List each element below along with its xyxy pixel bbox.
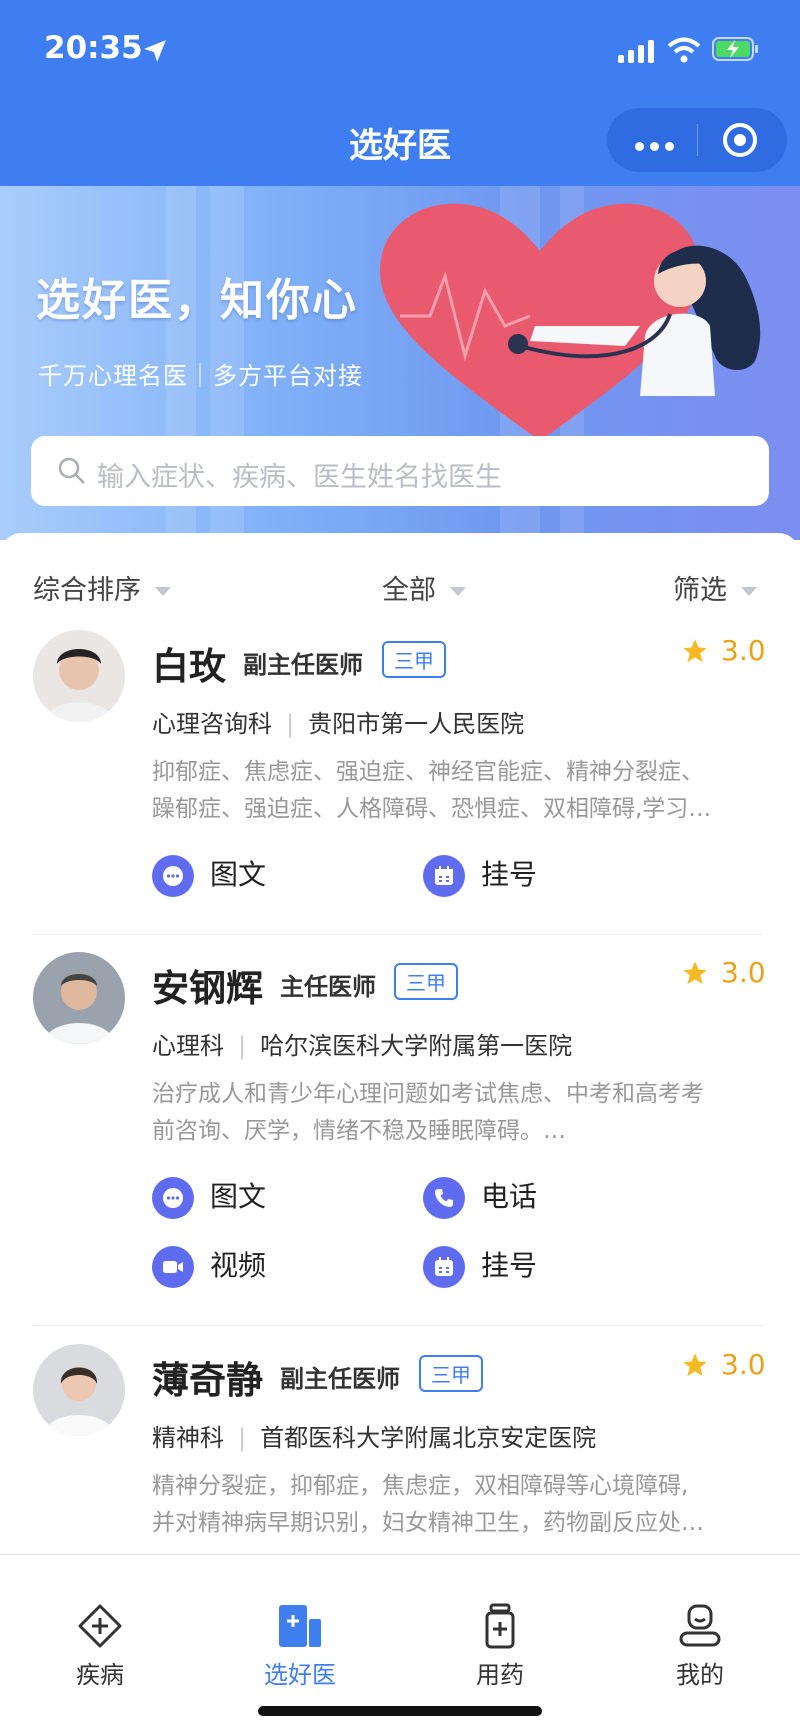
battery-charging-icon — [712, 37, 758, 61]
doctor-avatar — [33, 952, 125, 1044]
chevron-down-icon — [155, 587, 171, 596]
home-indicator — [258, 1706, 542, 1716]
tab-label: 用药 — [476, 1661, 524, 1689]
hospital: 哈尔滨医科大学附属第一医院 — [260, 1032, 573, 1060]
miniprogram-capsule — [607, 108, 787, 172]
doctor-department-line: 心理科 | 哈尔滨医科大学附属第一医院 — [152, 1032, 573, 1060]
doctor-rating: 3.0 — [721, 1348, 766, 1381]
tab-label: 我的 — [676, 1661, 724, 1689]
doctor-card-icon — [279, 1605, 321, 1647]
service-label: 视频 — [210, 1249, 267, 1282]
doctor-title: 副主任医师 — [243, 651, 363, 679]
doctor-specialty-line-2: 并对精神病早期识别，妇女精神卫生，药物副反应处… — [152, 1510, 704, 1536]
tab-disease[interactable]: 疾病 — [30, 1603, 170, 1690]
service-label: 挂号 — [481, 858, 538, 891]
tab-medicine[interactable]: 用药 — [430, 1603, 570, 1690]
phone-icon — [423, 1177, 465, 1219]
service-label: 图文 — [210, 858, 267, 891]
wifi-icon — [667, 37, 701, 63]
sort-comprehensive-label: 综合排序 — [33, 575, 141, 606]
doctor-name: 白玫 — [152, 645, 226, 688]
doctor-specialty-line-2: 躁郁症、强迫症、人格障碍、恐惧症、双相障碍,学习… — [152, 796, 712, 822]
doctor-rating: 3.0 — [721, 956, 766, 989]
filter-category[interactable]: 全部 — [382, 568, 466, 607]
profile-icon — [679, 1604, 721, 1647]
doctor-heart-illustration — [380, 203, 761, 441]
hospital-grade-badge: 三甲 — [382, 641, 446, 678]
location-arrow-icon — [144, 40, 166, 62]
hospital: 首都医科大学附属北京安定医院 — [260, 1424, 597, 1452]
video-icon — [152, 1246, 194, 1288]
diamond-plus-icon — [78, 1604, 122, 1648]
hospital-grade-badge: 三甲 — [394, 963, 458, 1000]
service-chat-button[interactable]: 图文 — [152, 1175, 266, 1219]
service-label: 图文 — [210, 1180, 267, 1213]
search-bar[interactable]: 输入症状、疾病、医生姓名找医生 — [31, 436, 769, 506]
hospital-grade-badge: 三甲 — [419, 1355, 483, 1392]
doctor-title: 副主任医师 — [280, 1365, 400, 1393]
divider — [33, 1325, 763, 1326]
filter-category-label: 全部 — [382, 575, 436, 606]
filter-label: 筛选 — [673, 575, 727, 606]
doctor-title: 主任医师 — [280, 973, 376, 1001]
service-label: 电话 — [481, 1180, 538, 1213]
chat-icon — [152, 1177, 194, 1219]
calendar-icon — [423, 855, 465, 897]
doctor-department-line: 心理咨询科 | 贵阳市第一人民医院 — [152, 710, 525, 738]
doctor-department-line: 精神科 | 首都医科大学附属北京安定医院 — [152, 1424, 597, 1452]
doctor-specialty-line-2: 前咨询、厌学，情绪不稳及睡眠障碍。… — [152, 1118, 566, 1144]
star-icon — [683, 1353, 707, 1377]
tab-find-doctor[interactable]: 选好医 — [230, 1603, 370, 1690]
doctor-specialty-line-1: 精神分裂症，抑郁症，焦虑症，双相障碍等心境障碍, — [152, 1473, 689, 1499]
service-register-button[interactable]: 挂号 — [423, 853, 537, 897]
chat-icon — [152, 855, 194, 897]
service-video-button[interactable]: 视频 — [152, 1244, 266, 1288]
department: 心理科 — [152, 1032, 224, 1060]
status-time: 20:35 — [44, 30, 143, 66]
medicine-bottle-icon — [485, 1603, 515, 1649]
service-register-button[interactable]: 挂号 — [423, 1244, 537, 1288]
close-target-icon[interactable] — [722, 122, 758, 158]
calendar-icon — [423, 1246, 465, 1288]
search-icon — [58, 457, 85, 484]
service-phone-button[interactable]: 电话 — [423, 1175, 537, 1219]
cellular-signal-icon — [618, 40, 658, 63]
doctor-avatar — [33, 630, 125, 722]
doctor-specialty-line-1: 抑郁症、焦虑症、强迫症、神经官能症、精神分裂症、 — [152, 759, 704, 785]
sort-comprehensive[interactable]: 综合排序 — [33, 568, 171, 607]
filter-button[interactable]: 筛选 — [673, 568, 757, 607]
banner-subtitle: 千万心理名医｜多方平台对接 — [38, 362, 363, 390]
search-input[interactable]: 输入症状、疾病、医生姓名找医生 — [97, 455, 502, 494]
doctor-rating: 3.0 — [721, 634, 766, 667]
hospital: 贵阳市第一人民医院 — [308, 710, 525, 738]
tab-label: 选好医 — [264, 1661, 336, 1689]
more-menu-icon[interactable] — [635, 136, 674, 155]
chevron-down-icon — [450, 587, 466, 596]
department: 精神科 — [152, 1424, 224, 1452]
star-icon — [683, 639, 707, 663]
banner-slogan: 选好医，知你心 — [36, 275, 358, 326]
star-icon — [683, 961, 707, 985]
doctor-avatar — [33, 1344, 125, 1436]
tab-label: 疾病 — [76, 1661, 124, 1689]
doctor-name: 薄奇静 — [152, 1359, 263, 1402]
department: 心理咨询科 — [152, 710, 272, 738]
doctor-specialty-line-1: 治疗成人和青少年心理问题如考试焦虑、中考和高考考 — [152, 1081, 704, 1107]
doctor-name: 安钢辉 — [152, 967, 263, 1010]
service-chat-button[interactable]: 图文 — [152, 853, 266, 897]
divider — [33, 934, 763, 935]
chevron-down-icon — [741, 587, 757, 596]
service-label: 挂号 — [481, 1249, 538, 1282]
tab-profile[interactable]: 我的 — [630, 1603, 770, 1690]
